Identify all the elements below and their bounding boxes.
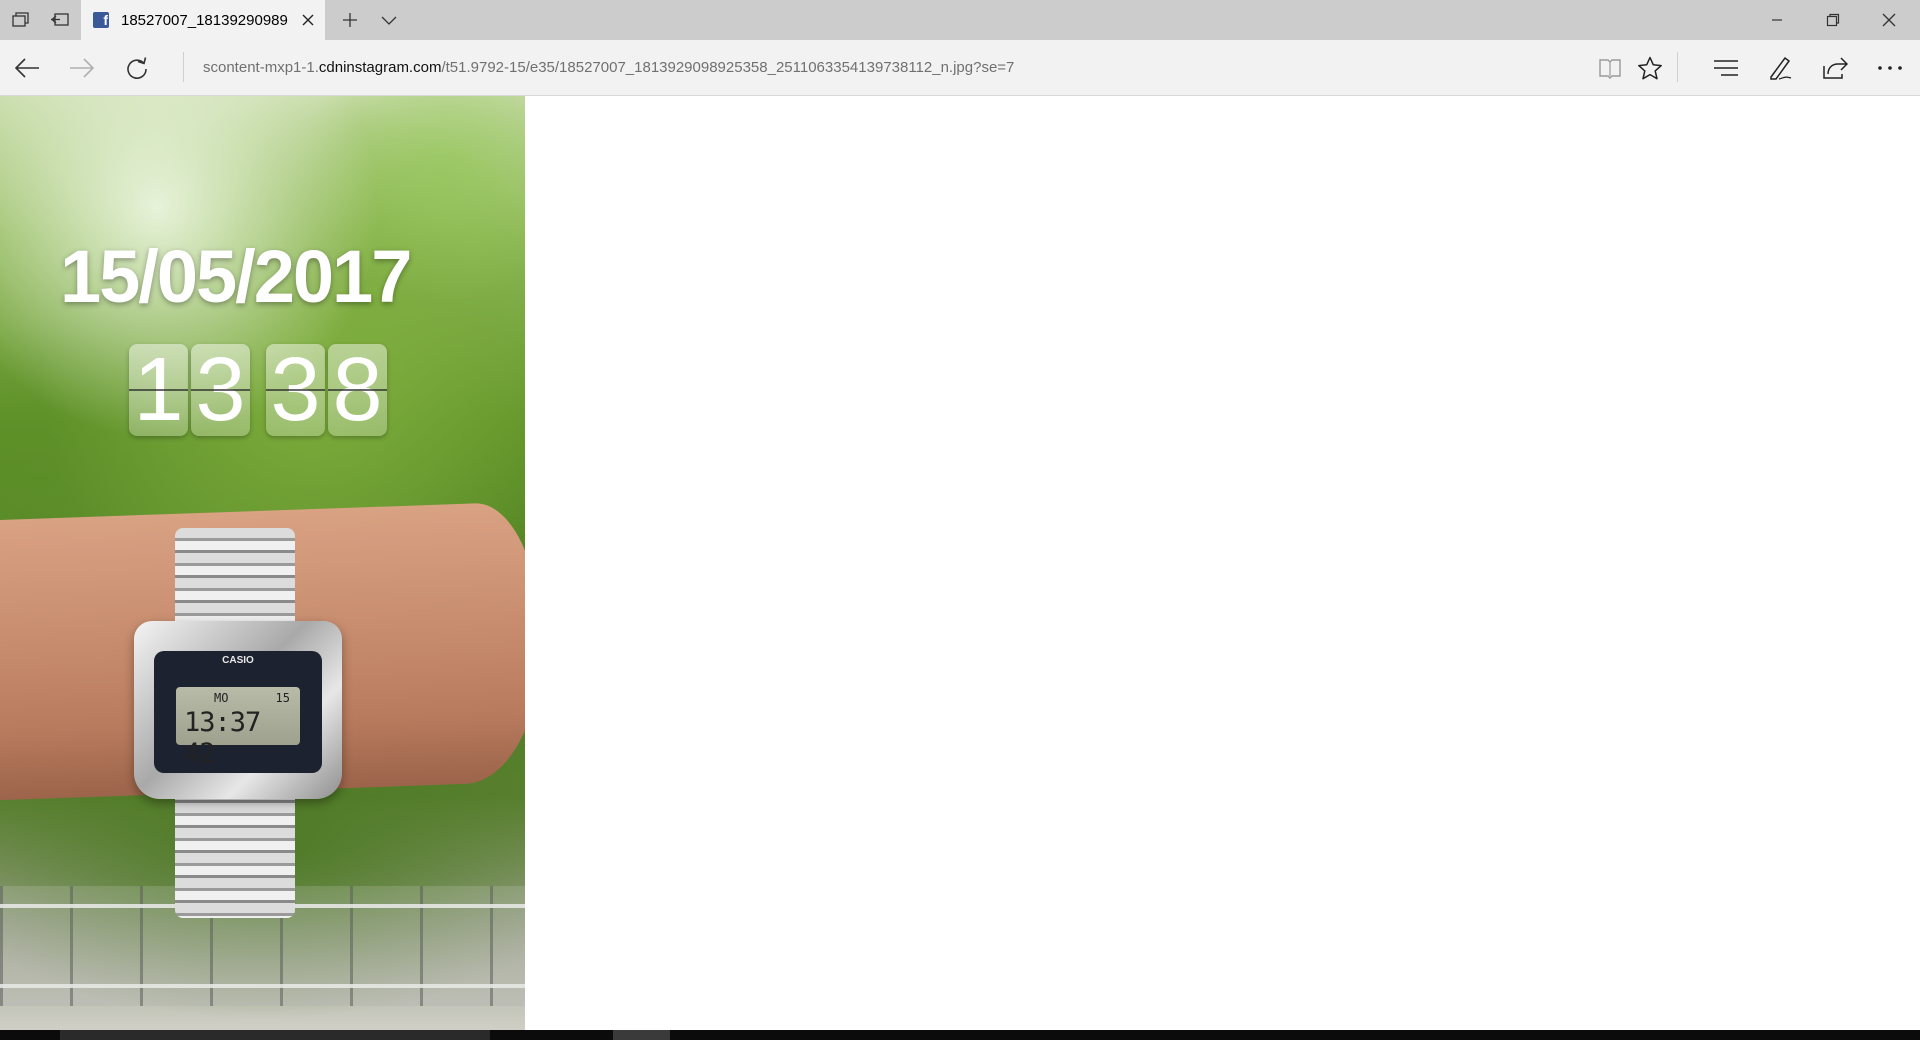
restore-icon[interactable] <box>1805 0 1861 40</box>
watch-brand: CASIO <box>222 655 254 666</box>
web-note-icon[interactable] <box>1753 40 1807 95</box>
share-icon[interactable] <box>1808 40 1862 95</box>
taskbar-app[interactable] <box>613 1030 670 1040</box>
url-prefix: scontent-mxp1-1. <box>203 59 319 76</box>
new-tab-icon[interactable] <box>331 0 369 40</box>
tab-title: 18527007_18139290989 <box>121 11 288 29</box>
taskbar <box>0 1030 1920 1040</box>
back-icon[interactable] <box>0 40 54 95</box>
more-icon[interactable] <box>1863 40 1917 95</box>
watch-lcd: MO 15 13:37 42 <box>176 687 300 769</box>
tab-bar: f 18527007_18139290989 <box>0 0 1920 40</box>
url-path: /t51.9792-15/e35/18527007_18139290989253… <box>441 59 1015 76</box>
lcd-date: 15 <box>275 691 290 705</box>
instagram-photo: 15/05/2017 1 3 3 8 CASIO MO 15 13:37 42 <box>0 96 525 1030</box>
toolbar-divider <box>1677 52 1678 82</box>
url-host: cdninstagram.com <box>318 59 442 76</box>
close-window-icon[interactable] <box>1861 0 1917 40</box>
address-divider <box>183 52 184 82</box>
clock-digit: 8 <box>328 344 387 436</box>
page-content: 15/05/2017 1 3 3 8 CASIO MO 15 13:37 42 <box>0 96 1920 1030</box>
address-bar: scontent-mxp1-1.cdninstagram.com/t51.979… <box>0 40 1920 96</box>
date-overlay: 15/05/2017 <box>60 235 412 318</box>
browser-tab-active[interactable]: f 18527007_18139290989 <box>81 0 325 40</box>
clock-digit: 1 <box>129 344 188 436</box>
lcd-time: 13:37 42 <box>184 707 261 769</box>
clock-digit: 3 <box>266 344 325 436</box>
close-tab-icon[interactable] <box>299 11 317 29</box>
forward-icon[interactable] <box>55 40 109 95</box>
tab-list-chevron-icon[interactable] <box>370 0 408 40</box>
minimize-icon[interactable] <box>1749 0 1805 40</box>
clock-digit: 3 <box>191 344 250 436</box>
lcd-day: MO <box>214 691 229 705</box>
set-aside-tabs-icon[interactable] <box>41 0 79 40</box>
facebook-icon: f <box>93 12 109 28</box>
url-field[interactable]: scontent-mxp1-1.cdninstagram.com/t51.979… <box>203 40 1014 95</box>
watch-face: CASIO MO 15 13:37 42 <box>154 651 322 773</box>
refresh-icon[interactable] <box>110 40 164 95</box>
taskbar-app[interactable] <box>60 1030 490 1040</box>
watch: CASIO MO 15 13:37 42 <box>134 621 342 799</box>
favorite-star-icon[interactable] <box>1623 40 1677 95</box>
tab-preview-icon[interactable] <box>2 0 40 40</box>
hub-icon[interactable] <box>1699 40 1753 95</box>
